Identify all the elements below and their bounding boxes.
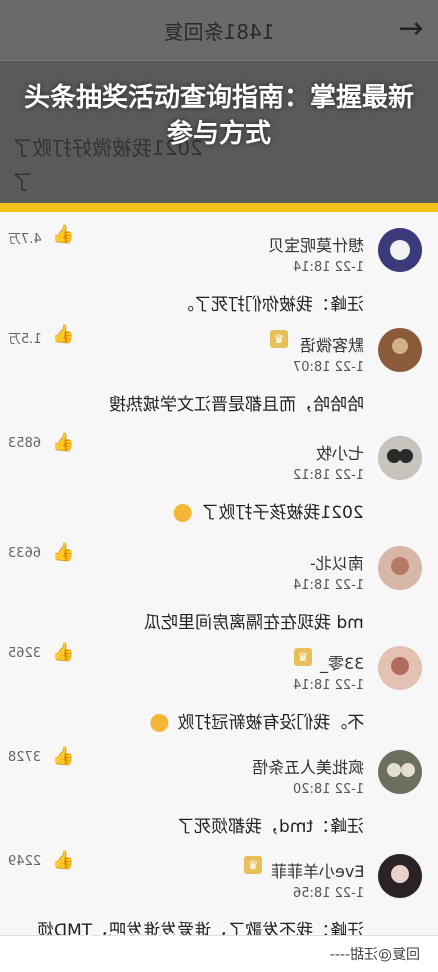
watermark: 嗨！娱乐APP [67,932,180,953]
header-area: 1481条回复 → 2021我被微好打败了 了 头条抽奖活动查询指南：掌握最新参… [0,0,438,210]
comment-item[interactable]: 疯批美人五条悟 1-22 18:20 汪峰：tmd，我都烦死了 3728 👍 [0,734,438,839]
avatar[interactable] [378,436,422,480]
comment-item[interactable]: 南以北- 1-22 18:14 md 我现在在隔离房间里吃瓜 6633 👍 [0,530,438,633]
yellow-divider [0,203,438,212]
thumb-up-icon[interactable]: 👍 [52,224,74,246]
like-count: 3728 [8,750,42,765]
comment-text-content: 不。我们没有被新冠打败 [177,713,364,733]
comment-text: 哈哈哈，而且都是晋江文学城热搜 [109,395,364,415]
thumb-up-icon[interactable]: 👍 [52,642,74,664]
comment-item[interactable]: 33零_ ♛ 1-22 18:14 不。我们没有被新冠打败 3265 👍 [0,630,438,735]
crown-icon: ♛ [270,330,288,348]
faded-comment-line-2: 了 [12,170,32,194]
watermark-subtext: HAPPYJUZU.COM [105,958,180,968]
comment-item[interactable]: Eve小羊菲菲 ♛ 1-22 18:56 汪峰：我不发歌了，谁爱发谁发吧，TMD… [0,838,438,967]
comment-author[interactable]: Eve小羊菲菲 [271,858,364,882]
avatar[interactable] [378,854,422,898]
reply-input[interactable]: 回复@汪甜---- [260,944,420,966]
emoji-icon [149,714,168,732]
crown-icon: ♛ [294,648,312,666]
comment-author[interactable]: 默客微语 [300,332,364,356]
thumb-up-icon[interactable]: 👍 [52,324,74,346]
top-bar: 1481条回复 → [0,0,438,61]
thumb-up-icon[interactable]: 👍 [52,432,74,454]
comment-time: 1-22 18:14 [292,578,364,593]
avatar[interactable] [378,228,422,272]
like-count: 6633 [8,546,42,561]
like-count: 1.5万 [8,332,42,347]
comment-time: 1-22 18:20 [292,782,364,797]
avatar[interactable] [378,328,422,372]
avatar[interactable] [378,546,422,590]
avatar[interactable] [378,750,422,794]
like-count: 4.7万 [8,232,42,247]
comment-time: 1-22 18:12 [292,468,364,483]
thumb-up-icon[interactable]: 👍 [52,542,74,564]
avatar[interactable] [378,646,422,690]
comment-author[interactable]: 疯批美人五条悟 [252,754,364,778]
comment-item[interactable]: 默客微语 ♛ 1-22 18:07 哈哈哈，而且都是晋江文学城热搜 1.5万 👍 [0,312,438,421]
comment-text: 汪峰：tmd，我都烦死了 [176,817,364,837]
comment-time: 1-22 18:14 [292,678,364,693]
comment-author[interactable]: 想什莫呢宝贝 [268,232,364,256]
comment-text: 不。我们没有被新冠打败 [149,708,364,733]
reply-count-title: 1481条回复 [163,20,275,44]
like-count: 6853 [8,436,42,451]
comment-item[interactable]: 七小牧 1-22 18:12 2021我被孩子打败了 6853 👍 [0,420,438,531]
like-count: 2249 [8,854,42,869]
comment-text-content: 2021我被孩子打败了 [201,503,364,523]
thumb-up-icon[interactable]: 👍 [52,850,74,872]
comment-author[interactable]: 33零_ [320,650,364,674]
arrow-icon[interactable]: → [394,12,428,46]
thumb-up-icon[interactable]: 👍 [52,746,74,768]
comment-time: 1-22 18:07 [292,360,364,375]
comment-author[interactable]: 七小牧 [316,440,364,464]
comment-time: 1-22 18:56 [292,886,364,901]
comment-text: 2021我被孩子打败了 [174,498,364,523]
emoji-icon [174,504,193,522]
crown-icon: ♛ [244,856,262,874]
like-count: 3265 [8,646,42,661]
comment-time: 1-22 18:14 [292,260,364,275]
comment-author[interactable]: 南以北- [310,550,364,574]
headline-title: 头条抽奖活动查询指南：掌握最新参与方式 [23,83,414,149]
comment-item[interactable]: 想什莫呢宝贝 1-22 18:14 汪峰：我被你们打死了。 4.7万 👍 [0,212,438,315]
